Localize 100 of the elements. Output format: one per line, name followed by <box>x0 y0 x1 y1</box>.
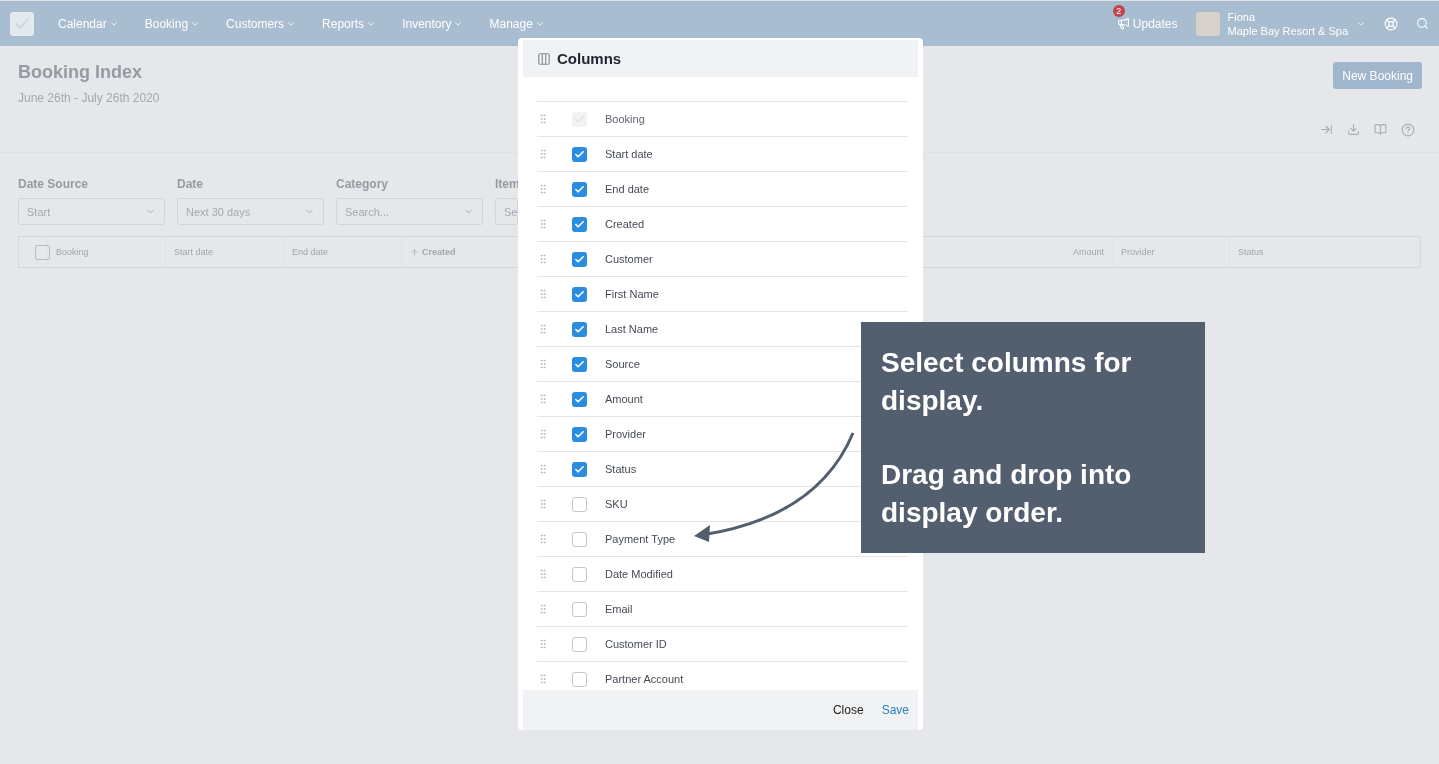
sort-arrow-icon <box>410 247 419 257</box>
nav-menu[interactable]: Calendar <box>48 16 129 31</box>
check-icon <box>574 218 585 230</box>
checkbox[interactable] <box>572 356 587 372</box>
user-name: Fiona <box>1227 9 1257 24</box>
checkbox[interactable] <box>572 461 587 477</box>
checkbox[interactable] <box>572 601 587 617</box>
checkbox[interactable] <box>572 216 587 232</box>
check-icon <box>574 113 585 125</box>
new-booking-button[interactable]: New Booking <box>1333 62 1422 89</box>
check-icon <box>574 393 585 405</box>
check-icon <box>574 323 585 335</box>
check-icon <box>574 358 585 370</box>
column-name: First Name <box>605 288 659 300</box>
drag-handle-icon[interactable] <box>537 603 549 615</box>
column-name: SKU <box>605 498 628 510</box>
callout-text: Select columns for display. <box>881 346 1133 418</box>
filter-select[interactable]: Next 30 days <box>177 198 324 225</box>
search-icon[interactable] <box>1416 17 1429 30</box>
nav-menu[interactable]: Reports <box>312 16 387 31</box>
callout-text: Drag and drop into display order. <box>881 458 1133 530</box>
column-header[interactable]: Amount <box>993 237 1113 267</box>
property-name: Maple Bay Resort & Spa <box>1227 23 1348 38</box>
check-icon <box>574 148 585 160</box>
drag-handle-icon[interactable] <box>537 323 549 335</box>
checkbox[interactable] <box>572 671 587 687</box>
filter-select[interactable]: Search... <box>336 198 483 225</box>
megaphone-icon <box>1116 17 1130 30</box>
drag-handle-icon[interactable] <box>537 428 549 440</box>
check-icon <box>574 463 585 475</box>
checkbox[interactable] <box>572 496 587 512</box>
column-name: Payment Type <box>605 533 676 545</box>
notification-badge: 2 <box>1112 4 1125 17</box>
checkbox[interactable] <box>572 286 587 302</box>
column-name: Customer ID <box>605 638 667 650</box>
drag-handle-icon[interactable] <box>537 673 549 685</box>
drag-handle-icon[interactable] <box>537 533 549 545</box>
drag-handle-icon[interactable] <box>537 393 549 405</box>
select-all-checkbox[interactable] <box>35 244 50 260</box>
book-icon[interactable] <box>1374 123 1387 136</box>
checkbox[interactable] <box>572 321 587 337</box>
download-icon[interactable] <box>1347 123 1360 136</box>
drag-handle-icon[interactable] <box>537 288 549 300</box>
column-name: Start date <box>605 148 653 160</box>
column-name: Date Modified <box>605 568 673 580</box>
avatar[interactable] <box>1195 11 1220 36</box>
page-title: Booking Index <box>18 62 143 83</box>
drag-handle-icon[interactable] <box>537 568 549 580</box>
column-header[interactable]: Provider <box>1113 237 1230 267</box>
nav-menu[interactable]: Customers <box>216 16 307 31</box>
drag-handle-icon[interactable] <box>537 148 549 160</box>
filter-select[interactable]: Start <box>18 198 165 225</box>
logo-icon[interactable] <box>10 11 34 36</box>
save-button[interactable]: Save <box>881 703 909 717</box>
column-name: Provider <box>605 428 646 440</box>
column-name: Status <box>605 463 637 475</box>
checkbox[interactable] <box>572 531 587 547</box>
checkbox[interactable] <box>572 146 587 162</box>
column-header[interactable]: Start date <box>166 237 284 267</box>
column-header[interactable]: Booking <box>48 237 166 267</box>
column-name: Source <box>605 358 640 370</box>
check-icon <box>574 253 585 265</box>
nav-menu[interactable]: Manage <box>479 16 555 31</box>
columns-icon <box>537 51 551 66</box>
check-icon <box>574 183 585 195</box>
column-name: Email <box>605 603 633 615</box>
check-icon <box>574 288 585 300</box>
drag-handle-icon[interactable] <box>537 498 549 510</box>
nav-menu[interactable]: Inventory <box>392 16 474 31</box>
checkbox[interactable] <box>572 636 587 652</box>
checkbox[interactable] <box>572 426 587 442</box>
column-name: Amount <box>605 393 643 405</box>
close-button[interactable]: Close <box>832 703 864 717</box>
drag-handle-icon[interactable] <box>537 183 549 195</box>
checkbox[interactable] <box>572 391 587 407</box>
column-name: Partner Account <box>605 673 684 685</box>
checkbox[interactable] <box>572 566 587 582</box>
drag-handle-icon[interactable] <box>537 113 549 125</box>
column-header[interactable]: End date <box>284 237 402 267</box>
date-range: June 26th - July 26th 2020 <box>18 91 160 105</box>
checkbox[interactable] <box>572 181 587 197</box>
column-name: Created <box>605 218 645 230</box>
updates-link[interactable]: Updates <box>1116 16 1178 31</box>
help-icon[interactable] <box>1401 123 1415 137</box>
nav-menu[interactable]: Booking <box>134 16 211 31</box>
check-icon <box>574 428 585 440</box>
drag-handle-icon[interactable] <box>537 638 549 650</box>
drag-handle-icon[interactable] <box>537 253 549 265</box>
drag-handle-icon[interactable] <box>537 218 549 230</box>
column-name: Booking <box>605 113 645 125</box>
drag-handle-icon[interactable] <box>537 358 549 370</box>
drag-handle-icon[interactable] <box>537 463 549 475</box>
column-header[interactable]: Status <box>1230 237 1420 267</box>
filter-label: Category <box>336 177 388 191</box>
checkbox[interactable] <box>572 251 587 267</box>
dialog-title: Columns <box>557 50 622 67</box>
import-icon[interactable] <box>1320 123 1333 136</box>
column-name: Customer <box>605 253 653 265</box>
filter-label: Date <box>177 177 203 191</box>
column-name: End date <box>605 183 650 195</box>
